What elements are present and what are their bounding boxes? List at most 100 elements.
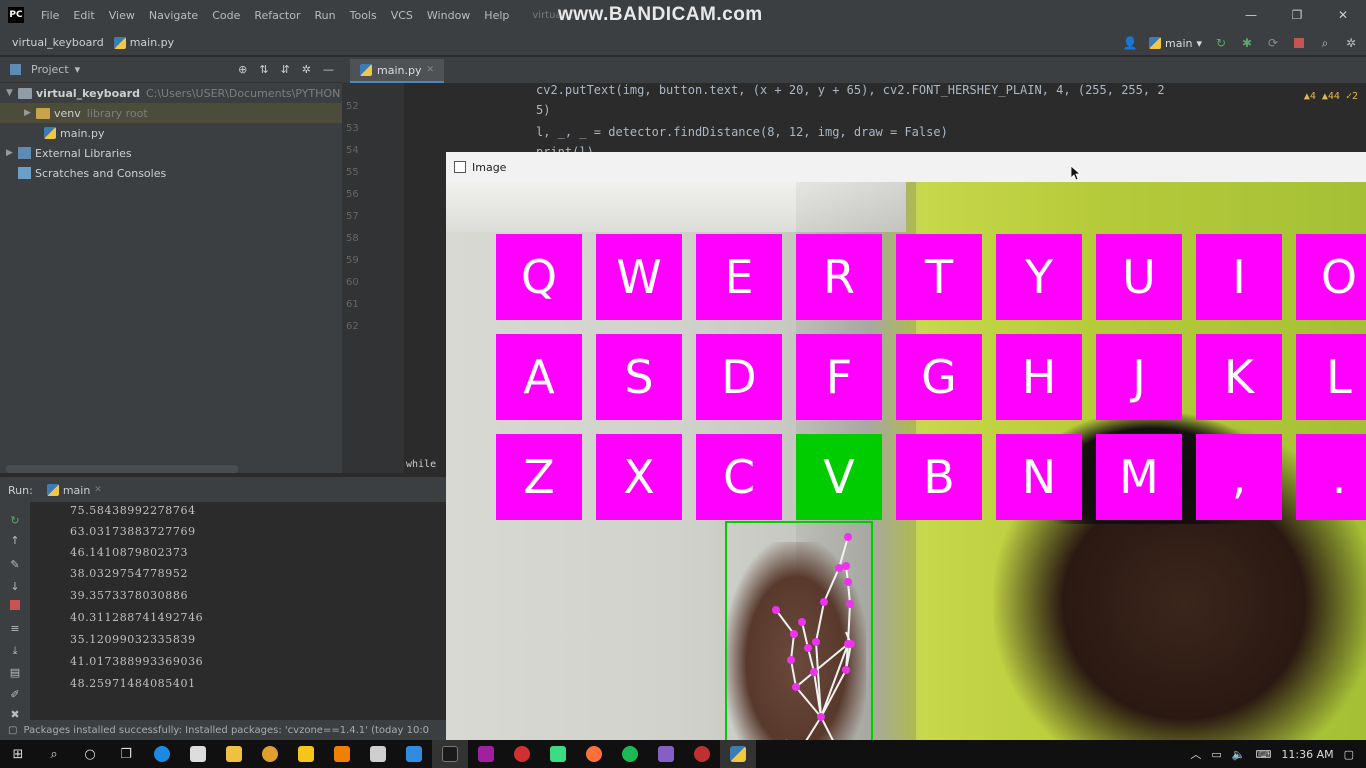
project-panel-title[interactable]: Project — [31, 63, 69, 76]
menu-item-view[interactable]: View — [102, 9, 142, 22]
key-o[interactable]: O — [1296, 234, 1366, 320]
print-icon[interactable]: ▤ — [8, 666, 22, 680]
app-icon[interactable] — [288, 740, 324, 768]
key-g[interactable]: G — [896, 334, 982, 420]
key-c[interactable]: C — [696, 434, 782, 520]
key-v[interactable]: V — [796, 434, 882, 520]
stop-icon[interactable] — [1292, 36, 1306, 50]
breadcrumb-project[interactable]: virtual_keyboard — [12, 36, 104, 49]
key-b[interactable]: B — [896, 434, 982, 520]
menu-item-file[interactable]: File — [34, 9, 66, 22]
visual-studio-icon[interactable] — [648, 740, 684, 768]
spotify-icon[interactable] — [612, 740, 648, 768]
key-l[interactable]: L — [1296, 334, 1366, 420]
stop-icon[interactable] — [8, 600, 22, 614]
chevron-down-icon[interactable]: ▾ — [75, 63, 81, 76]
vlc-icon[interactable] — [324, 740, 360, 768]
chrome-icon[interactable] — [252, 740, 288, 768]
up-icon[interactable]: ↑ — [8, 534, 22, 548]
edge-icon[interactable] — [144, 740, 180, 768]
key-i[interactable]: I — [1196, 234, 1282, 320]
tree-item-project[interactable]: ▼ virtual_keyboard C:\Users\USER\Documen… — [0, 83, 342, 103]
tree-item-main-py[interactable]: main.py — [0, 123, 342, 143]
pycharm-icon[interactable] — [432, 740, 468, 768]
key-j[interactable]: J — [1096, 334, 1182, 420]
key-f[interactable]: F — [796, 334, 882, 420]
key-h[interactable]: H — [996, 334, 1082, 420]
key-s[interactable]: S — [596, 334, 682, 420]
run-config-selector[interactable]: main ▾ — [1148, 37, 1202, 50]
menu-item-navigate[interactable]: Navigate — [142, 9, 205, 22]
clock[interactable]: 11:36 AM — [1281, 748, 1333, 761]
task-view-icon[interactable]: ❐ — [108, 740, 144, 768]
key-r[interactable]: R — [796, 234, 882, 320]
locate-icon[interactable]: ⊕ — [238, 63, 247, 76]
key-m[interactable]: M — [1096, 434, 1182, 520]
down-icon[interactable]: ↓ — [8, 580, 22, 594]
expand-all-icon[interactable]: ⇅ — [259, 63, 268, 76]
coverage-icon[interactable]: ⟳ — [1266, 36, 1280, 50]
wrench-icon[interactable]: ✎ — [8, 558, 22, 572]
gear-icon[interactable]: ✲ — [302, 63, 311, 76]
menu-item-window[interactable]: Window — [420, 9, 477, 22]
breadcrumb-file[interactable]: main.py — [113, 36, 174, 49]
rerun-icon[interactable]: ↻ — [1214, 36, 1228, 50]
run-tab[interactable]: main ✕ — [46, 484, 102, 497]
close-icon[interactable]: ✕ — [426, 65, 434, 75]
scroll-end-icon[interactable]: ⤓ — [8, 644, 22, 658]
key-w[interactable]: W — [596, 234, 682, 320]
soft-wrap-icon[interactable]: ≡ — [8, 622, 22, 636]
pin-icon[interactable]: ✐ — [8, 688, 22, 702]
inspection-widget[interactable]: ▲4 ▲44 ✓2 — [1304, 91, 1358, 102]
tree-item-scratches[interactable]: Scratches and Consoles — [0, 163, 342, 183]
status-icon[interactable]: ▢ — [8, 725, 17, 736]
menu-item-tools[interactable]: Tools — [343, 9, 384, 22]
key-comma[interactable]: , — [1196, 434, 1282, 520]
network-icon[interactable]: ▭ — [1211, 748, 1221, 761]
key-n[interactable]: N — [996, 434, 1082, 520]
bandicam-icon[interactable] — [684, 740, 720, 768]
file-explorer-icon[interactable] — [216, 740, 252, 768]
menu-item-help[interactable]: Help — [477, 9, 516, 22]
volume-icon[interactable]: 🔈 — [1232, 748, 1246, 761]
tab-main-py[interactable]: main.py ✕ — [350, 59, 445, 83]
user-icon[interactable]: 👤 — [1123, 36, 1138, 50]
vscode-icon[interactable] — [396, 740, 432, 768]
chevron-up-icon[interactable]: ︿ — [1190, 746, 1201, 762]
status-message[interactable]: Packages installed successfully: Install… — [23, 725, 429, 736]
key-q[interactable]: Q — [496, 234, 582, 320]
debug-icon[interactable]: ✱ — [1240, 36, 1254, 50]
key-x[interactable]: X — [596, 434, 682, 520]
webcam-feed[interactable]: QWERTYUIO ASDFGHJKL ZXCVBNM,. — [446, 182, 1366, 740]
menu-item-vcs[interactable]: VCS — [384, 9, 420, 22]
key-e[interactable]: E — [696, 234, 782, 320]
tree-item-venv[interactable]: ▶ venv library root — [0, 103, 342, 123]
key-period[interactable]: . — [1296, 434, 1366, 520]
menu-item-refactor[interactable]: Refactor — [247, 9, 307, 22]
code-area[interactable]: cv2.putText(img, button.text, (x + 20, y… — [446, 83, 1366, 159]
app-icon[interactable] — [468, 740, 504, 768]
tree-item-external-libraries[interactable]: ▶ External Libraries — [0, 143, 342, 163]
language-icon[interactable]: ⌨ — [1255, 748, 1271, 761]
key-d[interactable]: D — [696, 334, 782, 420]
hide-icon[interactable]: — — [323, 63, 334, 76]
firefox-icon[interactable] — [576, 740, 612, 768]
key-y[interactable]: Y — [996, 234, 1082, 320]
package-icon[interactable] — [360, 740, 396, 768]
key-u[interactable]: U — [1096, 234, 1182, 320]
horizontal-scrollbar[interactable] — [6, 465, 238, 473]
cortana-icon[interactable]: ○ — [72, 740, 108, 768]
notifications-icon[interactable]: ▢ — [1344, 748, 1354, 761]
key-k[interactable]: K — [1196, 334, 1282, 420]
menu-item-edit[interactable]: Edit — [66, 9, 101, 22]
editor-text-area[interactable]: while — [404, 83, 446, 473]
maximize-button[interactable]: ❐ — [1274, 0, 1320, 30]
key-z[interactable]: Z — [496, 434, 582, 520]
menu-item-run[interactable]: Run — [308, 9, 343, 22]
settings-icon[interactable]: ✲ — [1344, 36, 1358, 50]
store-icon[interactable] — [180, 740, 216, 768]
image-window-titlebar[interactable]: Image — [446, 152, 1366, 182]
close-icon[interactable]: ✕ — [94, 485, 102, 495]
android-studio-icon[interactable] — [540, 740, 576, 768]
windows-start-icon[interactable]: ⊞ — [0, 740, 36, 768]
